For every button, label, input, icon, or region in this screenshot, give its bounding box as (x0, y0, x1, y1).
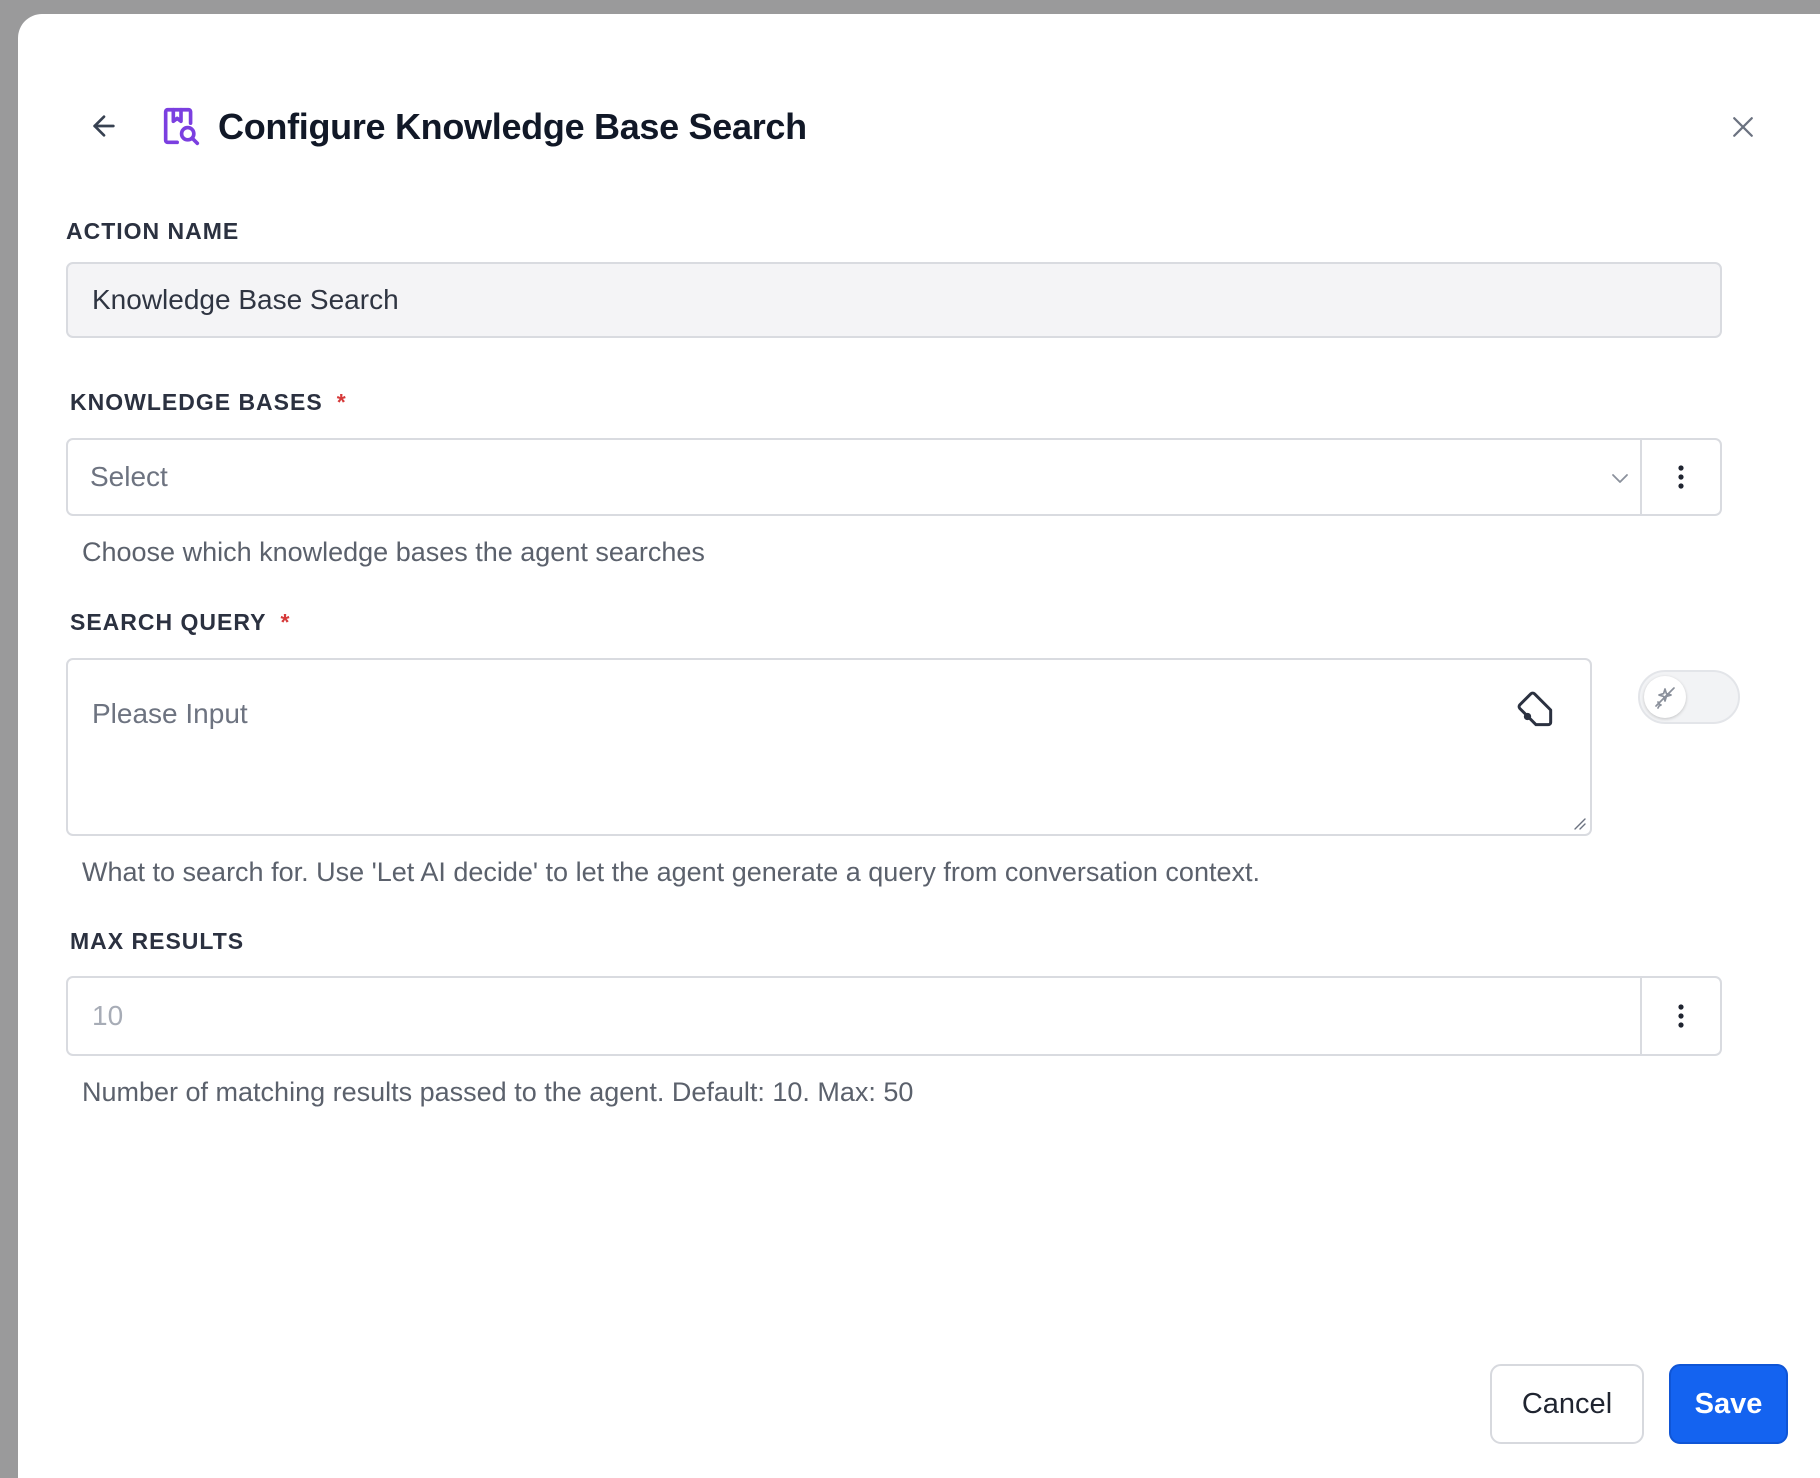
more-vertical-icon (1678, 465, 1684, 489)
search-query-label-text: SEARCH QUERY (70, 609, 267, 635)
action-name-value: Knowledge Base Search (92, 284, 399, 315)
chevron-down-icon (1612, 474, 1628, 483)
resize-handle-icon[interactable] (1570, 814, 1586, 830)
search-query-textarea[interactable]: Please Input (66, 658, 1592, 836)
max-results-placeholder: 10 (92, 1000, 124, 1031)
configure-modal: Configure Knowledge Base Search ACTION N… (18, 14, 1820, 1478)
knowledge-search-icon (158, 104, 204, 150)
search-query-label: SEARCH QUERY * (70, 607, 290, 637)
toggle-knob (1644, 676, 1686, 718)
required-mark: * (280, 609, 291, 635)
action-name-field[interactable]: Knowledge Base Search (66, 262, 1722, 338)
search-query-placeholder: Please Input (92, 698, 248, 729)
back-button[interactable] (82, 104, 126, 148)
knowledge-bases-options-button[interactable] (1642, 440, 1720, 514)
tag-icon (1517, 691, 1553, 727)
let-ai-decide-toggle[interactable] (1638, 670, 1740, 724)
knowledge-bases-select[interactable]: Select (66, 438, 1722, 516)
action-name-label: ACTION NAME (66, 218, 240, 244)
knowledge-bases-label: KNOWLEDGE BASES * (70, 387, 347, 417)
max-results-help: Number of matching results passed to the… (82, 1077, 914, 1107)
modal-title: Configure Knowledge Base Search (218, 106, 807, 147)
insert-variable-button[interactable] (1508, 682, 1562, 736)
max-results-label: MAX RESULTS (70, 928, 245, 954)
arrow-left-icon (93, 115, 115, 137)
close-button[interactable] (1718, 102, 1768, 152)
knowledge-bases-placeholder: Select (90, 461, 168, 492)
max-results-field[interactable]: 10 (66, 976, 1722, 1056)
close-icon (1733, 117, 1753, 137)
cancel-button[interactable]: Cancel (1490, 1364, 1644, 1444)
knowledge-bases-help: Choose which knowledge bases the agent s… (82, 537, 705, 567)
search-query-help: What to search for. Use 'Let AI decide' … (82, 857, 1260, 887)
knowledge-bases-label-text: KNOWLEDGE BASES (70, 389, 323, 415)
save-button[interactable]: Save (1669, 1364, 1788, 1444)
required-mark: * (336, 389, 347, 415)
max-results-options-button[interactable] (1642, 978, 1720, 1054)
sparkles-off-icon (1655, 687, 1675, 709)
more-vertical-icon (1678, 1004, 1684, 1028)
